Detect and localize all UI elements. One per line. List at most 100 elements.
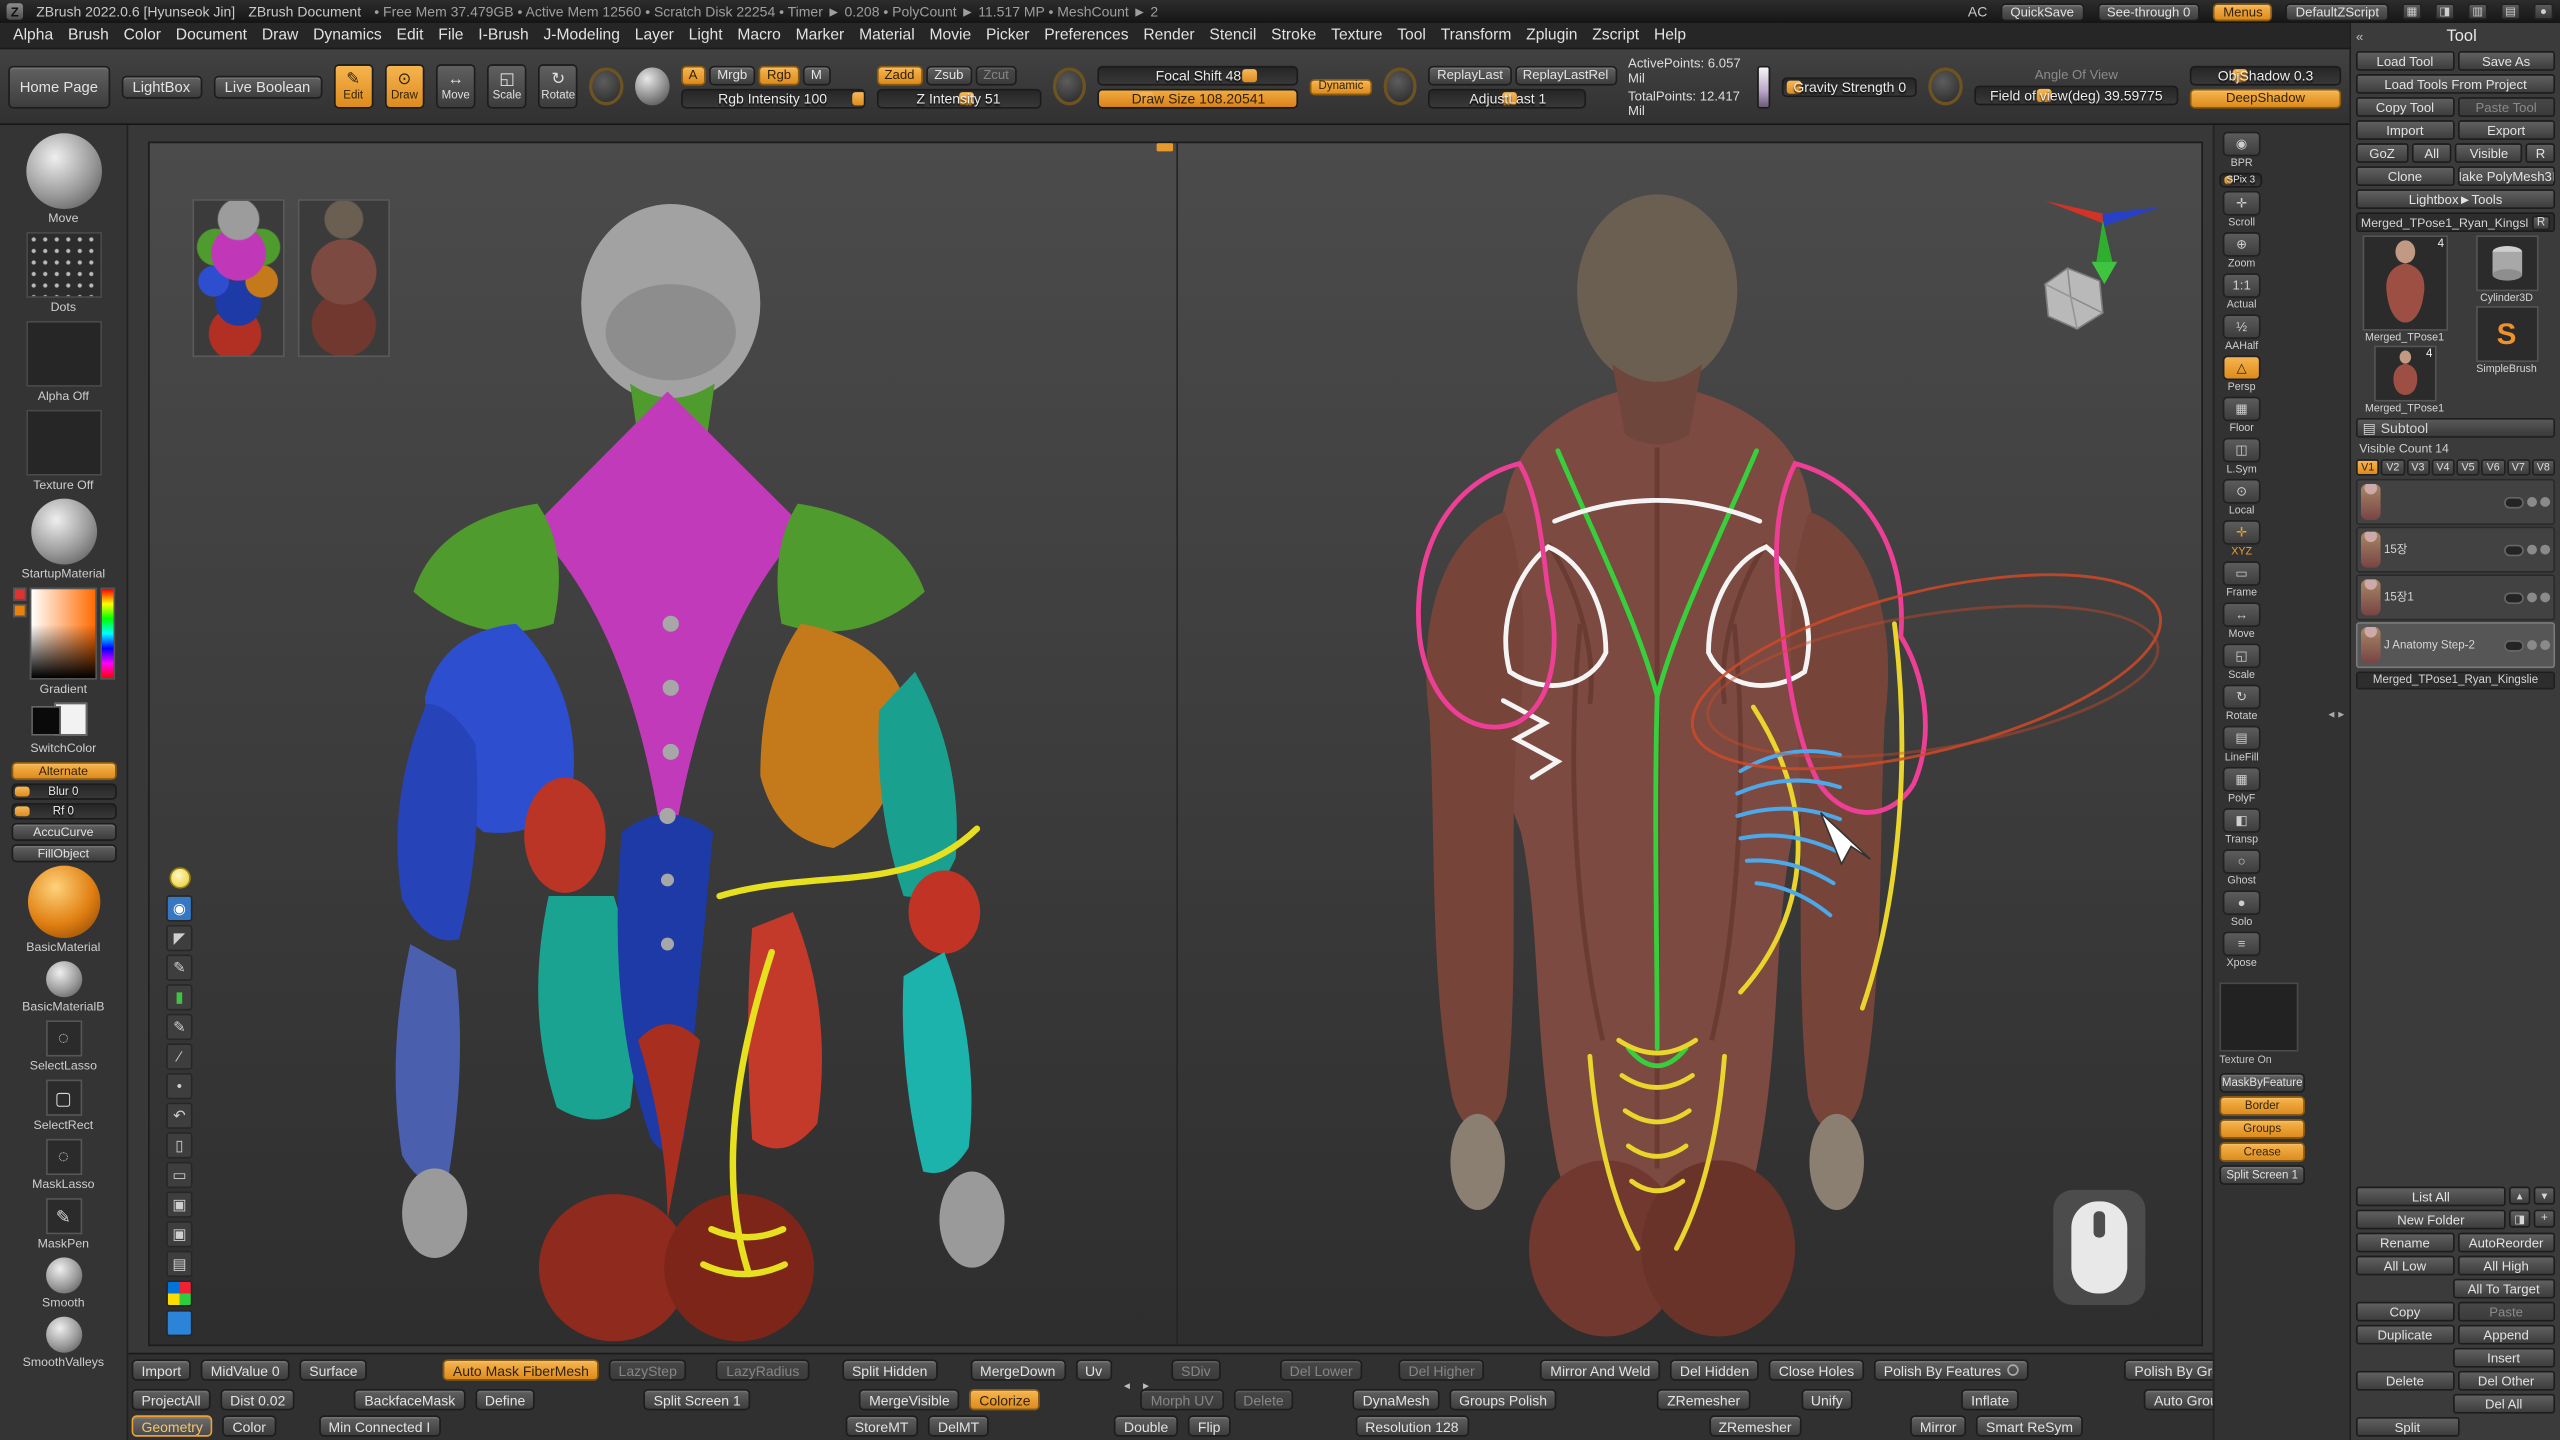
divider-icon[interactable]: ▥ (2468, 3, 2488, 19)
current-tool-r-button[interactable]: R (2532, 215, 2550, 230)
edit-button[interactable]: ✎Edit (333, 64, 373, 108)
cylinder3d-thumbnail[interactable] (2475, 235, 2538, 291)
active-tool-thumbnail[interactable]: 4 (2362, 235, 2448, 330)
move-down-icon[interactable]: ▾ (2534, 1187, 2555, 1205)
bottom-button[interactable]: BackfaceMask (354, 1389, 465, 1410)
local-button[interactable]: ⊙Local (2219, 479, 2263, 517)
menu-item[interactable]: Movie (929, 26, 971, 44)
rgb-button[interactable]: Rgb (759, 65, 800, 85)
sculpt-toggle-icon[interactable] (2540, 497, 2550, 507)
material-preview[interactable] (635, 67, 669, 105)
eye-toggle-icon[interactable] (2504, 639, 2524, 651)
bottom-button[interactable]: Color (223, 1415, 276, 1436)
pencil-icon[interactable]: ✎ (166, 1014, 192, 1040)
bottom-button[interactable]: Colorize (969, 1389, 1040, 1410)
accucurve-button[interactable]: AccuCurve (11, 823, 116, 841)
replay-last-button[interactable]: ReplayLast (1429, 65, 1511, 85)
bottom-button[interactable]: LazyRadius (716, 1359, 809, 1380)
smooth-brush-thumbnail[interactable] (45, 1257, 81, 1293)
brush-preview[interactable] (590, 67, 624, 105)
alpha-thumbnail[interactable] (26, 321, 102, 387)
quicksave-button[interactable]: QuickSave (2000, 2, 2083, 20)
all-low-button[interactable]: All Low (2356, 1256, 2454, 1276)
bottom-button[interactable]: LazyStep (609, 1359, 687, 1380)
paste-tool-button[interactable]: Paste Tool (2457, 97, 2555, 117)
view-tab[interactable]: V3 (2406, 459, 2429, 475)
move-button[interactable]: ↔Move (436, 64, 476, 108)
bottom-button[interactable]: MergeVisible (859, 1389, 959, 1410)
transp-button[interactable]: ◧Transp (2219, 808, 2263, 846)
rename-button[interactable]: Rename (2356, 1233, 2454, 1253)
draw-size-slider[interactable]: Draw Size 108.20541 (1098, 88, 1299, 108)
sculpt-toggle-icon[interactable] (2540, 592, 2550, 602)
bottom-button[interactable]: Del Hidden (1670, 1359, 1759, 1380)
bottom-button[interactable]: Polish By Features (1874, 1359, 2029, 1380)
split-screen-button[interactable]: Split Screen 1 (2219, 1165, 2305, 1185)
layout-icon[interactable]: ▦ (2402, 3, 2422, 19)
menu-item[interactable]: Preferences (1044, 26, 1128, 44)
menu-item[interactable]: Dynamics (313, 26, 382, 44)
select-rect-icon[interactable]: ▢ (45, 1080, 81, 1116)
append-button[interactable]: Append (2457, 1325, 2555, 1345)
zcut-button[interactable]: Zcut (975, 65, 1017, 85)
folder-icon[interactable]: ◨ (2509, 1210, 2530, 1228)
brush-thumbnail[interactable] (26, 133, 102, 209)
new-folder-button[interactable]: New Folder (2356, 1210, 2506, 1230)
bottom-button[interactable]: Min Connected I (319, 1415, 441, 1436)
menu-item[interactable]: Zscript (1592, 26, 1639, 44)
eye-toggle-icon[interactable] (2504, 592, 2524, 604)
mask-lasso-icon[interactable]: ◌ (45, 1139, 81, 1175)
zadd-button[interactable]: Zadd (876, 65, 922, 85)
sculpt-toggle-icon[interactable] (2540, 640, 2550, 650)
split-view-divider[interactable] (1176, 143, 1178, 1344)
menu-item[interactable]: Help (1654, 26, 1686, 44)
bottom-button[interactable]: Geometry (132, 1415, 213, 1436)
menu-item[interactable]: Macro (737, 26, 780, 44)
menu-item[interactable]: Tool (1397, 26, 1426, 44)
bottom-button[interactable]: Resolution 128 (1355, 1415, 1468, 1436)
all-high-button[interactable]: All High (2457, 1256, 2555, 1276)
border-button[interactable]: Border (2219, 1096, 2305, 1116)
menu-item[interactable]: Edit (397, 26, 424, 44)
spix-slider[interactable]: SPix 3 (2219, 173, 2262, 188)
goz-all-button[interactable]: All (2411, 143, 2452, 163)
copy-subtool-button[interactable]: Copy (2356, 1302, 2454, 1322)
paste-subtool-button[interactable]: Paste (2457, 1302, 2555, 1322)
current-tool-bar[interactable]: Merged_TPose1_Ryan_Kingsli R (2356, 212, 2555, 232)
angle-of-view-icon[interactable] (1929, 67, 1963, 105)
see-through-slider[interactable]: See-through 0 (2097, 2, 2200, 20)
crease-button[interactable]: Crease (2219, 1142, 2305, 1162)
rf-slider[interactable]: Rf 0 (11, 803, 116, 819)
make-polymesh3d-button[interactable]: Make PolyMesh3D (2457, 166, 2555, 186)
bottom-button[interactable]: SDiv (1171, 1359, 1220, 1380)
fill-object-button[interactable]: FillObject (11, 844, 116, 862)
goz-visible-button[interactable]: Visible (2455, 143, 2522, 163)
menu-item[interactable]: Brush (68, 26, 109, 44)
z-intensity-slider[interactable]: Z Intensity 51 (876, 88, 1041, 108)
list-all-button[interactable]: List All (2356, 1187, 2506, 1207)
material-thumbnail[interactable] (30, 499, 96, 565)
recent-tool-thumbnail[interactable]: 4 (2373, 346, 2436, 402)
subtool-row[interactable]: 15장1 (2356, 574, 2555, 620)
menu-item[interactable]: Color (124, 26, 161, 44)
select-lasso-icon[interactable]: ◌ (45, 1020, 81, 1056)
a-toggle[interactable]: A (680, 65, 705, 85)
switch-color-widget[interactable] (30, 703, 96, 739)
alternate-button[interactable]: Alternate (11, 762, 116, 780)
split-button[interactable]: Split (2356, 1417, 2459, 1437)
dynamic-toggle[interactable]: Dynamic (1310, 78, 1371, 94)
move3d-button[interactable]: ↔Move (2219, 602, 2263, 640)
goz-button[interactable]: GoZ (2356, 143, 2408, 163)
clone-button[interactable]: Clone (2356, 166, 2454, 186)
load-tools-from-project-button[interactable]: Load Tools From Project (2356, 74, 2555, 94)
view-tab[interactable]: V4 (2431, 459, 2454, 475)
view-tab[interactable]: V5 (2456, 459, 2479, 475)
zsub-button[interactable]: Zsub (926, 65, 972, 85)
mask-by-feature-button[interactable]: MaskByFeature (2219, 1073, 2305, 1093)
menu-item[interactable]: Marker (796, 26, 845, 44)
move-up-icon[interactable]: ▴ (2509, 1187, 2530, 1205)
bottom-button[interactable]: ZRemesher (1709, 1415, 1802, 1436)
del-all-button[interactable]: Del All (2452, 1394, 2555, 1414)
lsym-button[interactable]: ◫L.Sym (2219, 438, 2263, 476)
add-icon[interactable]: + (2534, 1210, 2555, 1228)
